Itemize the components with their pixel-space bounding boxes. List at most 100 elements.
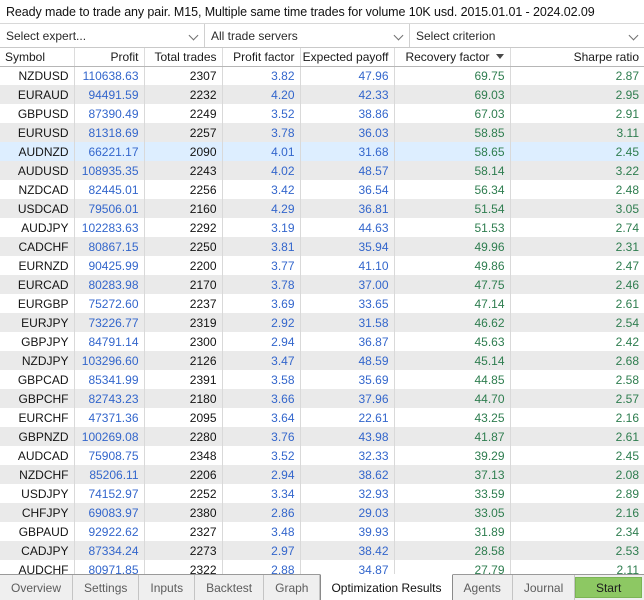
cell-symbol: EURAUD bbox=[0, 85, 75, 104]
chevron-down-icon bbox=[628, 30, 639, 40]
table-row[interactable]: NZDUSD 110638.63 2307 3.82 47.96 69.75 2.87 bbox=[0, 66, 644, 85]
tab-label: Settings bbox=[84, 580, 128, 595]
tab-inputs[interactable]: Inputs bbox=[139, 575, 196, 600]
column-header-total-trades[interactable]: Total trades bbox=[144, 48, 223, 67]
table-row[interactable]: GBPAUD 92922.62 2327 3.48 39.93 31.89 2.34 bbox=[0, 522, 644, 541]
cell-total-trades: 2237 bbox=[144, 294, 223, 313]
table-row[interactable]: AUDJPY 102283.63 2292 3.19 44.63 51.53 2.74 bbox=[0, 218, 644, 237]
cell-profit: 84791.14 bbox=[74, 332, 145, 351]
cell-sharpe-ratio: 2.61 bbox=[615, 296, 639, 311]
cell-recovery-factor: 33.59 bbox=[394, 484, 511, 503]
cell-total-trades: 2090 bbox=[144, 142, 223, 161]
table-row[interactable]: NZDCAD 82445.01 2256 3.42 36.54 56.34 2.48 bbox=[0, 180, 644, 199]
cell-symbol: EURUSD bbox=[0, 123, 75, 142]
table-row[interactable]: AUDCAD 75908.75 2348 3.52 32.33 39.29 2.45 bbox=[0, 446, 644, 465]
cell-recovery-factor: 28.58 bbox=[394, 541, 511, 560]
start-button-label: Start bbox=[595, 580, 622, 595]
table-row[interactable]: CHFJPY 69083.97 2380 2.86 29.03 33.05 2.16 bbox=[0, 503, 644, 522]
tab-label: Overview bbox=[11, 580, 62, 595]
cell-total-trades: 2250 bbox=[144, 237, 223, 256]
table-row[interactable]: USDJPY 74152.97 2252 3.34 32.93 33.59 2.89 bbox=[0, 484, 644, 503]
cell-total-trades: 2319 bbox=[144, 313, 223, 332]
tab-journal[interactable]: Journal bbox=[513, 575, 576, 600]
table-row[interactable]: USDCAD 79506.01 2160 4.29 36.81 51.54 3.05 bbox=[0, 199, 644, 218]
column-header-profit-factor[interactable]: Profit factor bbox=[222, 48, 301, 67]
cell-profit-factor: 3.52 bbox=[222, 446, 301, 465]
cell-sharpe-ratio: 2.53 bbox=[615, 543, 639, 558]
table-row[interactable]: NZDJPY 103296.60 2126 3.47 48.59 45.14 2.68 bbox=[0, 351, 644, 370]
table-row[interactable]: EURNZD 90425.99 2200 3.77 41.10 49.86 2.47 bbox=[0, 256, 644, 275]
tab-backtest[interactable]: Backtest bbox=[195, 575, 265, 600]
table-row[interactable]: EURJPY 73226.77 2319 2.92 31.58 46.62 2.54 bbox=[0, 313, 644, 332]
tab-label: Optimization Results bbox=[331, 580, 442, 595]
start-button[interactable]: Start bbox=[575, 577, 642, 598]
table-row[interactable]: EURCAD 80283.98 2170 3.78 37.00 47.75 2.46 bbox=[0, 275, 644, 294]
table-row[interactable]: GBPCHF 82743.23 2180 3.66 37.96 44.70 2.57 bbox=[0, 389, 644, 408]
table-row[interactable]: AUDUSD 108935.35 2243 4.02 48.57 58.14 3.22 bbox=[0, 161, 644, 180]
cell-total-trades: 2206 bbox=[144, 465, 223, 484]
tab-settings[interactable]: Settings bbox=[73, 575, 140, 600]
cell-profit: 80971.85 bbox=[74, 560, 145, 574]
table-row[interactable]: EURUSD 81318.69 2257 3.78 36.03 58.85 3.11 bbox=[0, 123, 644, 142]
cell-profit-factor: 3.42 bbox=[222, 180, 301, 199]
cell-profit: 100269.08 bbox=[74, 427, 145, 446]
column-header-recovery-factor[interactable]: Recovery factor bbox=[394, 48, 511, 67]
table-row[interactable]: GBPNZD 100269.08 2280 3.76 43.98 41.87 2.61 bbox=[0, 427, 644, 446]
cell-profit-factor: 3.64 bbox=[222, 408, 301, 427]
cell-recovery-factor: 49.96 bbox=[394, 237, 511, 256]
optimization-results-table-container: Symbol Profit Total trades Profit factor… bbox=[0, 48, 644, 574]
cell-expected-payoff: 32.93 bbox=[300, 484, 395, 503]
cell-total-trades: 2256 bbox=[144, 180, 223, 199]
cell-total-trades: 2243 bbox=[144, 161, 223, 180]
cell-sharpe-ratio: 2.16 bbox=[615, 410, 639, 425]
table-row[interactable]: GBPUSD 87390.49 2249 3.52 38.86 67.03 2.91 bbox=[0, 104, 644, 123]
table-row[interactable]: CADCHF 80867.15 2250 3.81 35.94 49.96 2.31 bbox=[0, 237, 644, 256]
cell-sharpe-ratio: 2.91 bbox=[615, 106, 639, 121]
cell-sharpe-ratio: 2.31 bbox=[615, 239, 639, 254]
column-header-profit[interactable]: Profit bbox=[74, 48, 145, 67]
select-criterion-dropdown[interactable]: Select criterion bbox=[410, 24, 644, 47]
table-row[interactable]: EURAUD 94491.59 2232 4.20 42.33 69.03 2.95 bbox=[0, 85, 644, 104]
cell-expected-payoff: 29.03 bbox=[300, 503, 395, 522]
cell-symbol: USDCAD bbox=[0, 199, 75, 218]
cell-profit-factor: 3.77 bbox=[222, 256, 301, 275]
window-description: Ready made to trade any pair. M15, Multi… bbox=[6, 4, 595, 19]
trade-servers-dropdown[interactable]: All trade servers bbox=[205, 24, 410, 47]
cell-expected-payoff: 31.58 bbox=[300, 313, 395, 332]
chevron-down-icon bbox=[188, 30, 199, 40]
table-row[interactable]: GBPCAD 85341.99 2391 3.58 35.69 44.85 2.58 bbox=[0, 370, 644, 389]
table-row[interactable]: NZDCHF 85206.11 2206 2.94 38.62 37.13 2.08 bbox=[0, 465, 644, 484]
tab-agents[interactable]: Agents bbox=[453, 575, 513, 600]
tab-graph[interactable]: Graph bbox=[264, 575, 321, 600]
cell-profit-factor: 3.47 bbox=[222, 351, 301, 370]
cell-symbol: EURNZD bbox=[0, 256, 75, 275]
table-row[interactable]: CADJPY 87334.24 2273 2.97 38.42 28.58 2.53 bbox=[0, 541, 644, 560]
cell-sharpe-ratio: 2.74 bbox=[615, 220, 639, 235]
cell-profit: 47371.36 bbox=[74, 408, 145, 427]
table-row[interactable]: GBPJPY 84791.14 2300 2.94 36.87 45.63 2.42 bbox=[0, 332, 644, 351]
select-expert-dropdown[interactable]: Select expert... bbox=[0, 24, 205, 47]
cell-total-trades: 2252 bbox=[144, 484, 223, 503]
column-header-sharpe-ratio[interactable]: Sharpe ratio bbox=[510, 48, 644, 67]
cell-profit: 82445.01 bbox=[74, 180, 145, 199]
cell-sharpe-ratio: 2.47 bbox=[615, 258, 639, 273]
cell-total-trades: 2180 bbox=[144, 389, 223, 408]
cell-profit-factor: 3.69 bbox=[222, 294, 301, 313]
table-row[interactable]: AUDNZD 66221.17 2090 4.01 31.68 58.65 2.45 bbox=[0, 142, 644, 161]
cell-sharpe-ratio: 2.45 bbox=[615, 144, 639, 159]
cell-profit-factor: 3.81 bbox=[222, 237, 301, 256]
tab-overview[interactable]: Overview bbox=[0, 575, 74, 600]
cell-profit-factor: 2.88 bbox=[222, 560, 301, 574]
column-header-symbol-label: Symbol bbox=[5, 49, 46, 64]
column-header-expected-payoff[interactable]: Expected payoff bbox=[300, 48, 395, 67]
cell-sharpe-ratio: 2.95 bbox=[615, 87, 639, 102]
column-header-recovery-factor-label: Recovery factor bbox=[405, 49, 490, 64]
tab-optimization-results[interactable]: Optimization Results bbox=[320, 574, 453, 600]
cell-symbol: AUDCHF bbox=[0, 560, 75, 574]
table-row[interactable]: AUDCHF 80971.85 2322 2.88 34.87 27.79 2.11 bbox=[0, 560, 644, 574]
table-row[interactable]: EURGBP 75272.60 2237 3.69 33.65 47.14 2.61 bbox=[0, 294, 644, 313]
column-header-symbol[interactable]: Symbol bbox=[0, 48, 75, 67]
cell-expected-payoff: 38.42 bbox=[300, 541, 395, 560]
cell-total-trades: 2249 bbox=[144, 104, 223, 123]
table-row[interactable]: EURCHF 47371.36 2095 3.64 22.61 43.25 2.16 bbox=[0, 408, 644, 427]
